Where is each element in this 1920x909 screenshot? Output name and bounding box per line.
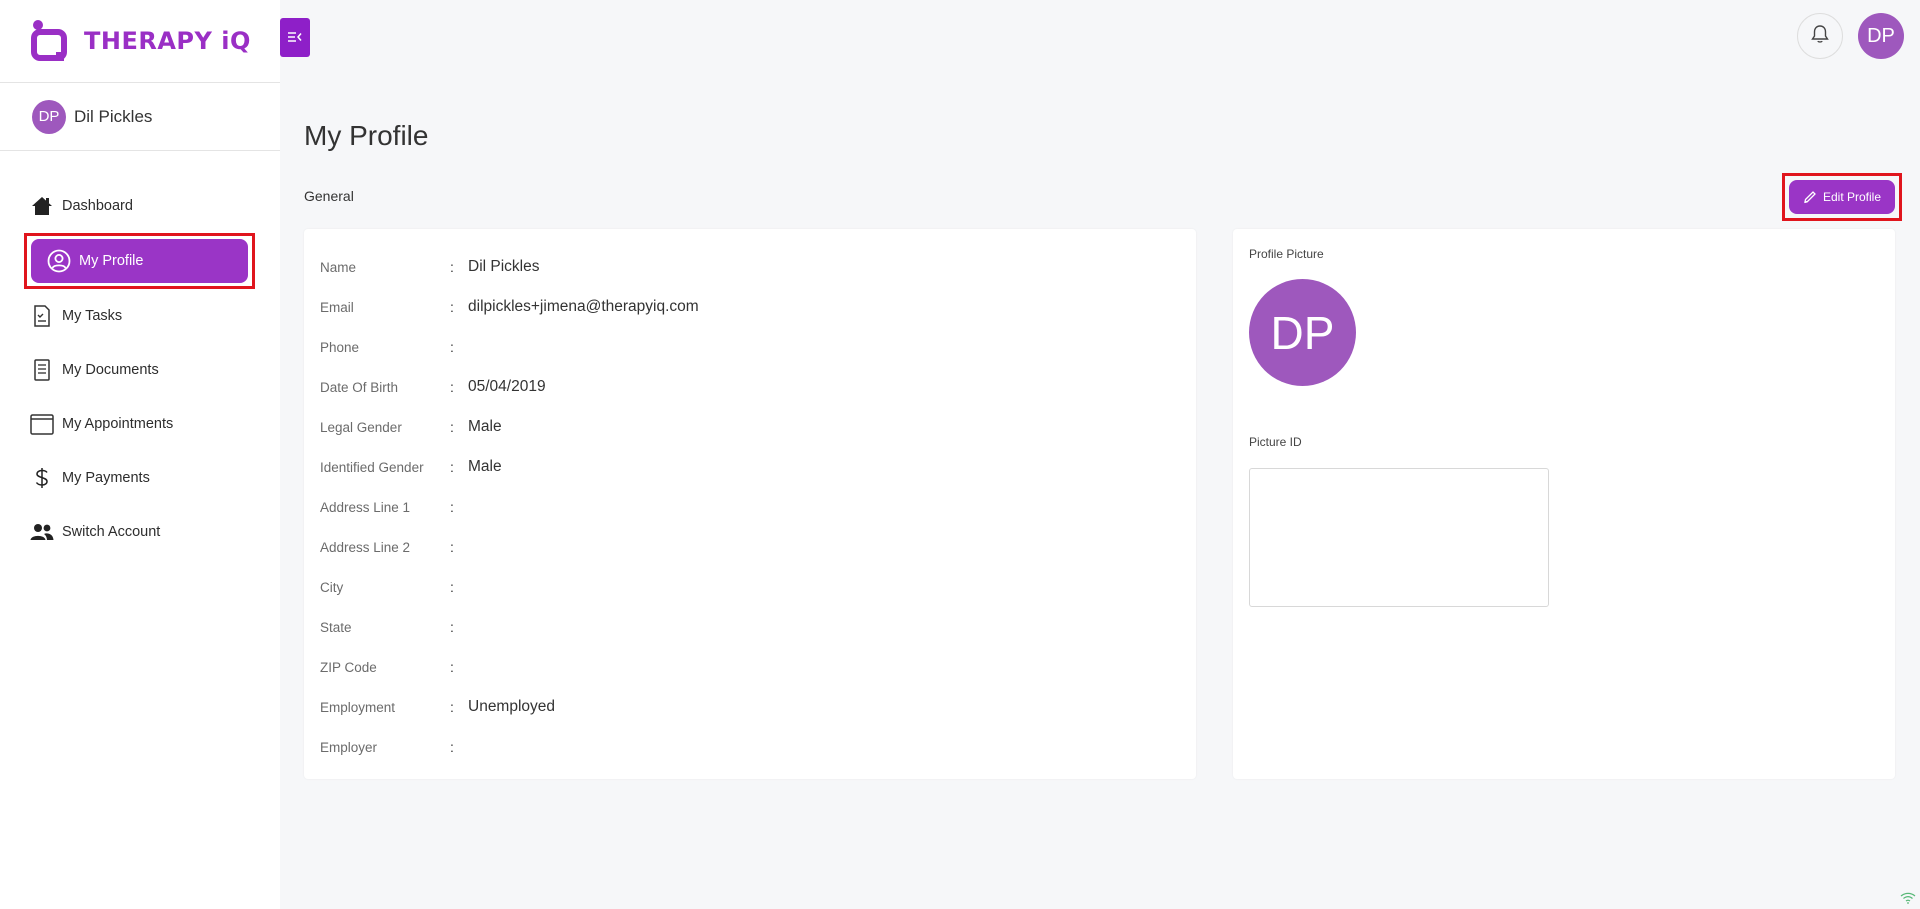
field-separator: : <box>450 619 454 635</box>
field-value: Dil Pickles <box>468 258 540 275</box>
field-row-state: State : <box>320 615 1180 639</box>
edit-profile-highlight: Edit Profile <box>1782 173 1902 221</box>
sidebar-item-label: My Profile <box>79 253 144 269</box>
sidebar-item-my-documents[interactable]: My Documents <box>0 343 280 397</box>
therapy-iq-logo-icon <box>30 19 68 63</box>
page-title: My Profile <box>304 120 429 151</box>
sidebar-item-dashboard[interactable]: Dashboard <box>0 179 280 233</box>
field-row-email: Email : dilpickles+jimena@therapyiq.com <box>320 295 1180 319</box>
field-row-phone: Phone : <box>320 335 1180 359</box>
field-separator: : <box>450 499 454 515</box>
field-label: Name <box>320 259 357 275</box>
pictures-card: Profile Picture DP Picture ID <box>1233 229 1895 779</box>
field-row-address-line-1: Address Line 1 : <box>320 495 1180 519</box>
dollar-icon <box>30 466 54 490</box>
sidebar-item-my-profile-highlight: My Profile <box>24 233 255 289</box>
field-separator: : <box>450 339 454 355</box>
field-row-zip-code: ZIP Code : <box>320 655 1180 679</box>
sidebar: THERAPY iQ DP Dil Pickles Dashboard My P… <box>0 0 280 909</box>
field-value: Male <box>468 458 502 475</box>
field-separator: : <box>450 699 454 715</box>
field-label: State <box>320 619 352 635</box>
field-row-identified-gender: Identified Gender : Male <box>320 455 1180 479</box>
field-separator: : <box>450 259 454 275</box>
sidebar-item-label: Dashboard <box>62 198 133 214</box>
document-icon <box>30 358 54 382</box>
section-label: General <box>304 188 354 204</box>
field-row-employment: Employment : Unemployed <box>320 695 1180 719</box>
profile-picture-label: Profile Picture <box>1249 247 1324 261</box>
field-label: Employer <box>320 739 378 755</box>
users-icon <box>30 520 54 544</box>
field-row-date-of-birth: Date Of Birth : 05/04/2019 <box>320 375 1180 399</box>
field-separator: : <box>450 659 454 675</box>
sidebar-user[interactable]: DP Dil Pickles <box>0 83 280 151</box>
field-separator: : <box>450 539 454 555</box>
brand-name: THERAPY iQ <box>84 27 251 55</box>
sidebar-item-switch-account[interactable]: Switch Account <box>0 505 280 559</box>
sidebar-item-my-appointments[interactable]: My Appointments <box>0 397 280 451</box>
collapse-menu-icon <box>288 29 302 47</box>
sidebar-item-label: My Tasks <box>62 308 123 324</box>
connection-status-icon <box>1900 891 1916 904</box>
field-separator: : <box>450 299 454 315</box>
field-label: Phone <box>320 339 360 355</box>
picture-id-label: Picture ID <box>1249 435 1302 449</box>
field-row-address-line-2: Address Line 2 : <box>320 535 1180 559</box>
field-value: dilpickles+jimena@therapyiq.com <box>468 298 699 315</box>
field-row-city: City : <box>320 575 1180 599</box>
edit-profile-button[interactable]: Edit Profile <box>1789 180 1895 214</box>
sidebar-item-label: My Documents <box>62 362 159 378</box>
sidebar-item-my-tasks[interactable]: My Tasks <box>0 289 280 343</box>
sidebar-item-label: My Payments <box>62 470 150 486</box>
field-separator: : <box>450 419 454 435</box>
field-label: Address Line 1 <box>320 499 411 515</box>
field-label: ZIP Code <box>320 659 377 675</box>
field-value: 05/04/2019 <box>468 378 546 395</box>
task-document-icon <box>30 304 54 328</box>
field-label: Identified Gender <box>320 459 424 475</box>
sidebar-nav: Dashboard My Profile My Tasks My Documen… <box>0 151 280 559</box>
user-name: Dil Pickles <box>74 106 153 126</box>
field-label: Address Line 2 <box>320 539 411 555</box>
profile-picture-avatar: DP <box>1249 279 1356 386</box>
sidebar-toggle-button[interactable] <box>280 18 310 57</box>
picture-id-image <box>1249 468 1549 607</box>
general-info-card: Name : Dil Pickles Email : dilpickles+ji… <box>304 229 1196 779</box>
field-label: Legal Gender <box>320 419 402 435</box>
pencil-icon <box>1803 190 1817 204</box>
edit-profile-label: Edit Profile <box>1822 190 1882 204</box>
user-circle-icon <box>47 249 71 273</box>
field-label: Date Of Birth <box>320 379 399 395</box>
logo[interactable]: THERAPY iQ <box>0 0 280 83</box>
bell-icon <box>1811 24 1829 49</box>
field-value: Male <box>468 418 502 435</box>
field-separator: : <box>450 379 454 395</box>
field-separator: : <box>450 459 454 475</box>
field-row-legal-gender: Legal Gender : Male <box>320 415 1180 439</box>
field-row-employer: Employer : <box>320 735 1180 759</box>
field-label: Employment <box>320 699 396 715</box>
sidebar-item-label: Switch Account <box>62 524 161 540</box>
calendar-icon <box>30 412 54 436</box>
home-icon <box>30 194 54 218</box>
field-label: Email <box>320 299 354 315</box>
field-label: City <box>320 579 344 595</box>
sidebar-item-my-profile[interactable]: My Profile <box>31 239 248 283</box>
avatar: DP <box>32 99 66 134</box>
field-separator: : <box>450 579 454 595</box>
field-value: Unemployed <box>468 698 556 715</box>
user-avatar-button[interactable]: DP <box>1858 13 1904 59</box>
sidebar-item-my-payments[interactable]: My Payments <box>0 451 280 505</box>
sidebar-item-label: My Appointments <box>62 416 174 432</box>
field-row-name: Name : Dil Pickles <box>320 255 1180 279</box>
field-separator: : <box>450 739 454 755</box>
notifications-button[interactable] <box>1797 13 1843 59</box>
